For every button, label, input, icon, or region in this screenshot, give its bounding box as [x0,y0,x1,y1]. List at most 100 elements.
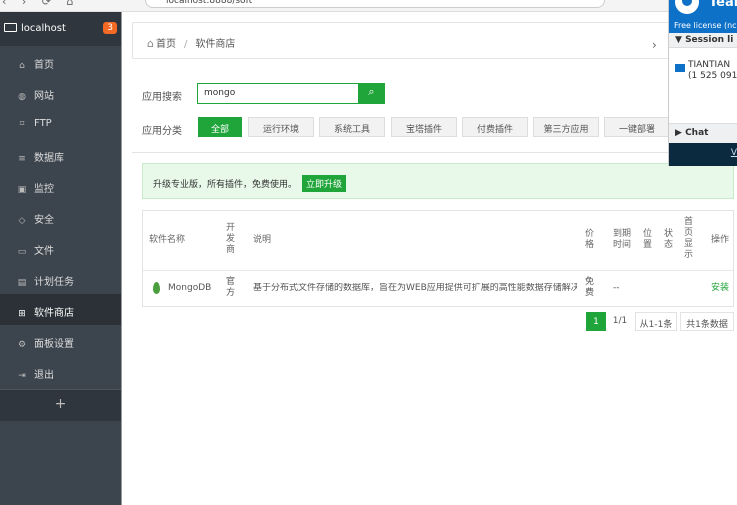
software-developer: 官方 [226,277,236,298]
logout-icon: ⇥ [18,371,26,381]
session-entry[interactable]: TIANTIAN (1 525 091 [688,60,737,82]
sidebar-item-label: 网站 [34,91,54,102]
category-tag-third-party[interactable]: 第三方应用 [533,117,599,137]
software-name: MongoDB [168,283,212,293]
computer-icon [675,64,685,72]
home-icon: ⌂ [147,37,154,50]
upgrade-button[interactable]: 立即升级 [302,175,347,192]
home-icon: ⌂ [19,61,25,71]
shield-icon: ◇ [18,216,26,226]
software-price: 免费 [585,277,595,298]
col-dev: 开发商 [226,223,236,255]
sidebar-item-security[interactable]: ◇ 安全 [0,201,121,232]
teamviewer-title: Tean [709,0,737,10]
table-header: 软件名称 开发商 说明 价格 到期 时间 位置 状态 首页显示 操作 [143,211,733,271]
pagination-total: 共1条数据 [680,312,734,331]
sidebar-item-cron[interactable]: ▤ 计划任务 [0,263,121,294]
session-list: TIANTIAN (1 525 091 [669,48,737,123]
notification-badge[interactable]: 3 [103,22,117,34]
search-icon: ⌕ [368,85,375,98]
teamviewer-license: Free license (nc [674,21,737,30]
software-expire: -- [613,283,620,293]
sidebar-item-label: 监控 [34,184,54,195]
sidebar-item-label: 面板设置 [34,339,74,350]
category-tag-paid[interactable]: 付费插件 [462,117,528,137]
folder-icon: ▭ [17,247,27,257]
col-price: 价格 [585,229,595,250]
sidebar: localhost 3 ⌂ 首页 ◍ 网站 ⌗ FTP ≡ 数据库 ▣ 监控 ◇ 安全 ▭ 文… [0,12,121,505]
col-home-display: 首页显示 [684,217,694,260]
address-bar[interactable]: localhost:8888/soft [145,0,605,8]
sidebar-item-label: 计划任务 [34,277,74,288]
monitor-icon: ▣ [17,185,27,195]
sidebar-item-label: 安全 [34,215,54,226]
sidebar-item-label: 首页 [34,60,54,71]
search-label: 应用搜索 [142,92,182,103]
sidebar-item-database[interactable]: ≡ 数据库 [0,139,121,170]
table-row: MongoDB 官方 基于分布式文件存储的数据库，旨在为WEB应用提供可扩展的高… [143,271,733,306]
gear-icon: ⚙ [17,340,27,350]
sidebar-menu: ⌂ 首页 ◍ 网站 ⌗ FTP ≡ 数据库 ▣ 监控 ◇ 安全 ▭ 文件 ▤ 计划任务 ⊞ 软件商… [0,46,121,387]
calendar-icon: ▤ [17,278,27,288]
sidebar-item-label: 数据库 [34,153,64,164]
col-position: 位置 [643,229,653,250]
upgrade-notice: 升级专业版，所有插件，免费使用。 立即升级 [142,163,734,199]
sidebar-item-logout[interactable]: ⇥ 退出 [0,356,121,387]
browser-nav-icons[interactable]: ‹ › ⟳ ⌂ [2,0,80,8]
add-button[interactable]: + [0,389,121,421]
category-tag-bt-plugins[interactable]: 宝塔插件 [391,117,457,137]
database-icon: ≡ [18,154,26,164]
teamviewer-footer: V [669,143,737,166]
sidebar-item-monitor[interactable]: ▣ 监控 [0,170,121,201]
sidebar-item-home[interactable]: ⌂ 首页 [0,46,121,77]
session-list-header[interactable]: ▼ Session li [669,33,737,48]
sidebar-host[interactable]: localhost 3 [0,12,121,46]
teamviewer-logo-icon [675,0,699,14]
sidebar-item-website[interactable]: ◍ 网站 [0,77,121,108]
notice-text: 升级专业版，所有插件，免费使用。 [153,180,298,190]
breadcrumb: ⌂ 首页 / 软件商店 [132,22,692,59]
chat-header[interactable]: ▶ Chat [669,123,737,143]
category-tag-deploy[interactable]: 一键部署 [604,117,670,137]
pagination-range: 从1-1条 [635,312,677,331]
teamviewer-panel: Tean Free license (nc ▼ Session li TIANT… [668,0,737,166]
sidebar-item-files[interactable]: ▭ 文件 [0,232,121,263]
software-description: 基于分布式文件存储的数据库，旨在为WEB应用提供可扩展的高性能数据存储解决方案! [253,283,577,293]
monitor-icon [4,23,17,32]
category-label: 应用分类 [142,126,182,137]
sidebar-item-ftp[interactable]: ⌗ FTP [0,108,121,139]
pagination-pages: 1/1 [609,312,631,331]
chevron-right-icon[interactable]: › [652,38,657,52]
teamviewer-link[interactable]: V [731,148,737,158]
category-tag-all[interactable]: 全部 [198,117,242,137]
breadcrumb-separator: / [183,39,188,50]
divider [132,152,737,153]
category-tag-tools[interactable]: 系统工具 [319,117,385,137]
sidebar-item-label: 软件商店 [34,308,74,319]
breadcrumb-home[interactable]: 首页 [156,39,176,50]
category-row: 应用分类 全部 运行环境 系统工具 宝塔插件 付费插件 第三方应用 一键部署 [142,116,737,138]
ftp-icon: ⌗ [19,119,25,129]
browser-toolbar: ‹ › ⟳ ⌂ localhost:8888/soft [0,0,737,12]
sidebar-item-label: 退出 [34,370,54,381]
globe-icon: ◍ [18,92,26,102]
grid-icon: ⊞ [18,309,26,319]
col-expire: 到期 时间 [613,229,632,250]
sidebar-item-label: FTP [34,118,52,129]
sidebar-item-store[interactable]: ⊞ 软件商店 [0,294,121,325]
search-input[interactable]: mongo [197,83,359,104]
main-content: ⌂ 首页 / 软件商店 › 应用搜索 mongo ⌕ 应用分类 全部 运行环境 系统工… [121,12,737,505]
pagination-current[interactable]: 1 [586,312,606,331]
category-tag-runtime[interactable]: 运行环境 [248,117,314,137]
host-name: localhost [21,23,66,34]
install-button[interactable]: 安装 [711,283,729,294]
sidebar-item-settings[interactable]: ⚙ 面板设置 [0,325,121,356]
col-desc: 说明 [253,235,272,245]
mongodb-leaf-icon [153,282,160,294]
software-table: 软件名称 开发商 说明 价格 到期 时间 位置 状态 首页显示 操作 MongoD… [142,210,734,307]
search-button[interactable]: ⌕ [358,83,385,104]
sidebar-item-label: 文件 [34,246,54,257]
breadcrumb-current: 软件商店 [195,39,236,50]
col-operation: 操作 [711,235,730,245]
teamviewer-header: Tean Free license (nc [669,0,737,33]
